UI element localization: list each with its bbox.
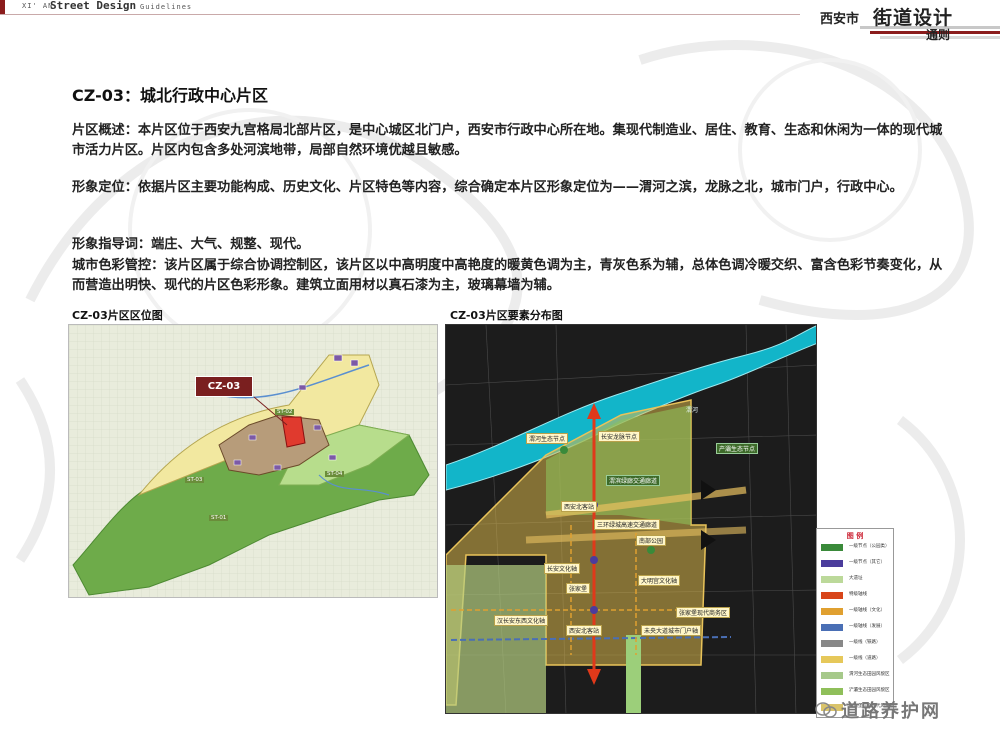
legend-swatch bbox=[821, 592, 843, 599]
cz03-highlight-tag: CZ-03 bbox=[195, 376, 253, 397]
brand-subtitle: 通则 bbox=[926, 28, 951, 42]
legend-label: 一级线（铁路） bbox=[849, 640, 881, 645]
legend-item: 一级线（铁路） bbox=[821, 638, 893, 649]
element-map-caption: CZ-03片区要素分布图 bbox=[450, 309, 563, 322]
legend-label: 特级轴线 bbox=[849, 592, 867, 597]
legend-item: 特级轴线 bbox=[821, 590, 893, 601]
legend-item: 一级轴线（发展） bbox=[821, 622, 893, 633]
legend-label: 大遗址 bbox=[849, 576, 863, 581]
legend-swatch bbox=[821, 688, 843, 695]
legend-label: 一级线（道路） bbox=[849, 656, 881, 661]
watermark: 道路养护网 bbox=[815, 697, 941, 723]
header-subtitle: Guidelines bbox=[140, 3, 193, 11]
callout-daming-axis: 大明宫文化轴 bbox=[638, 575, 681, 586]
location-map-graphic bbox=[69, 325, 437, 597]
legend-label: 渭河生态田园风貌区 bbox=[849, 672, 890, 677]
callout-north-station: 西安北客站 bbox=[561, 501, 598, 512]
callout-zhangjiabao-cbd: 张家堡现代商务区 bbox=[676, 607, 731, 618]
legend-swatch bbox=[821, 672, 843, 679]
zone-tag-st02: ST-02 bbox=[275, 409, 295, 415]
watermark-text: 道路养护网 bbox=[841, 701, 941, 722]
legend-label: 一级节点（其它） bbox=[849, 560, 885, 565]
zone-tag-st03: ST-03 bbox=[185, 477, 205, 483]
legend-item: 渭河生态田园风貌区 bbox=[821, 670, 893, 681]
callout-wei-river-node: 渭河生态节点 bbox=[526, 433, 569, 444]
wechat-icon bbox=[815, 702, 837, 718]
zone-tag-st01: ST-01 bbox=[209, 515, 229, 521]
callout-han-axis: 汉长安东西文化轴 bbox=[494, 615, 549, 626]
legend-label: 浐灞生态田园风貌区 bbox=[849, 688, 890, 693]
legend-title: 图 例 bbox=[846, 532, 864, 540]
map-legend: 图 例 一级节点（公园类） 一级节点（其它） 大遗址特级轴线一级轴线（文化） 一级轴线… bbox=[816, 528, 894, 718]
river-label: 渭河 bbox=[686, 407, 699, 414]
paragraph-guide-words: 形象指导词：端庄、大气、规整、现代。 bbox=[72, 237, 310, 252]
callout-changan-axis: 长安文化轴 bbox=[544, 563, 581, 574]
callout-south-park: 南部公园 bbox=[636, 535, 667, 546]
callout-zhangjiabao: 张家堡 bbox=[566, 583, 591, 594]
header-divider bbox=[0, 14, 800, 15]
legend-swatch bbox=[821, 624, 843, 631]
location-map: ST-02 ST-03 ST-04 ST-01 bbox=[68, 324, 438, 598]
callout-chanba-node: 产灞生态节点 bbox=[716, 443, 759, 454]
brand-city: 西安市 bbox=[820, 12, 860, 27]
legend-swatch bbox=[821, 608, 843, 615]
header-title: Street Design bbox=[50, 0, 137, 12]
legend-swatch bbox=[821, 576, 843, 583]
legend-item: 一级节点（公园类） bbox=[821, 542, 893, 553]
zone-tag-st04: ST-04 bbox=[325, 471, 345, 477]
legend-swatch bbox=[821, 640, 843, 647]
location-map-caption: CZ-03片区区位图 bbox=[72, 309, 163, 322]
header-accent bbox=[0, 0, 5, 14]
brand-logo: 西安市 街道设计 通则 bbox=[788, 0, 1000, 46]
section-title: CZ-03：城北行政中心片区 bbox=[72, 86, 268, 105]
legend-label: 一级轴线（发展） bbox=[849, 624, 885, 629]
legend-label: 一级节点（公园类） bbox=[849, 544, 890, 549]
legend-item: 一级线（道路） bbox=[821, 654, 893, 665]
legend-item: 浐灞生态田园风貌区 bbox=[821, 686, 893, 697]
paragraph-image-position: 形象定位：依据片区主要功能构成、历史文化、片区特色等内容，综合确定本片区形象定位… bbox=[72, 180, 903, 195]
legend-swatch bbox=[821, 544, 843, 551]
legend-item: 一级节点（其它） bbox=[821, 558, 893, 569]
callout-weibin-corridor: 渭滨绿廊交通廊道 bbox=[606, 475, 661, 486]
legend-swatch bbox=[821, 656, 843, 663]
paragraph-overview: 片区概述：本片区位于西安九宫格局北部片区，是中心城区北门户，西安市行政中心所在地… bbox=[72, 123, 943, 158]
legend-item: 一级轴线（文化） bbox=[821, 606, 893, 617]
legend-label: 一级轴线（文化） bbox=[849, 608, 885, 613]
element-distribution-map: 渭河生态节点 长安龙脉节点 渭滨绿廊交通廊道 西安北客站 三环绿城高速交通廊道 … bbox=[445, 324, 817, 714]
legend-swatch bbox=[821, 560, 843, 567]
legend-item: 大遗址 bbox=[821, 574, 893, 585]
callout-longmai-node: 长安龙脉节点 bbox=[598, 431, 641, 442]
paragraph-color-control: 城市色彩管控：该片区属于综合协调控制区，该片区以中高明度中高艳度的暖黄色调为主，… bbox=[72, 258, 943, 293]
callout-weiyang-gateway: 未央大道城市门户轴 bbox=[641, 625, 702, 636]
callout-north-station-2: 西安北客站 bbox=[566, 625, 603, 636]
header-city-label: XI' AN bbox=[22, 2, 54, 10]
callout-third-ring-corridor: 三环绿城高速交通廊道 bbox=[594, 519, 661, 530]
